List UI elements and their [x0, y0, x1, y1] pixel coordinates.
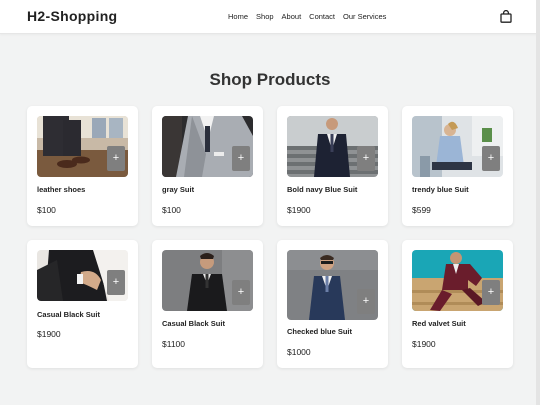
- nav-contact[interactable]: Contact: [309, 12, 335, 21]
- product-name: Bold navy Blue Suit: [287, 185, 358, 194]
- product-card[interactable]: + gray Suit $100: [152, 106, 263, 226]
- nav-shop[interactable]: Shop: [256, 12, 274, 21]
- product-image[interactable]: +: [287, 116, 378, 177]
- add-to-cart-button[interactable]: +: [482, 146, 500, 171]
- nav-our-services[interactable]: Our Services: [343, 12, 386, 21]
- scrollbar[interactable]: [536, 0, 540, 405]
- product-card[interactable]: + trendy blue Suit $599: [402, 106, 513, 226]
- nav-about[interactable]: About: [282, 12, 302, 21]
- add-to-cart-button[interactable]: +: [107, 270, 125, 295]
- product-card[interactable]: + leather shoes $100: [27, 106, 138, 226]
- nav-home[interactable]: Home: [228, 12, 248, 21]
- product-image[interactable]: +: [37, 250, 128, 301]
- add-to-cart-button[interactable]: +: [357, 289, 375, 314]
- product-image[interactable]: +: [37, 116, 128, 177]
- product-price: $1900: [412, 339, 436, 349]
- product-card[interactable]: + Casual Black Suit $1900: [27, 240, 138, 368]
- navbar: H2-Shopping Home Shop About Contact Our …: [0, 0, 540, 34]
- product-name: Casual Black Suit: [162, 319, 225, 328]
- product-price: $1000: [287, 347, 311, 357]
- product-name: trendy blue Suit: [412, 185, 469, 194]
- brand-logo[interactable]: H2-Shopping: [27, 8, 117, 24]
- product-image[interactable]: +: [412, 250, 503, 311]
- product-name: gray Suit: [162, 185, 195, 194]
- add-to-cart-button[interactable]: +: [232, 146, 250, 171]
- product-card[interactable]: + Casual Black Suit $1100: [152, 240, 263, 368]
- page-title: Shop Products: [209, 70, 331, 89]
- product-image[interactable]: +: [287, 250, 378, 320]
- add-to-cart-button[interactable]: +: [107, 146, 125, 171]
- product-name: Red valvet Suit: [412, 319, 466, 328]
- product-card[interactable]: + Checked blue Suit $1000: [277, 240, 388, 368]
- product-price: $100: [162, 205, 181, 215]
- product-name: Checked blue Suit: [287, 327, 353, 336]
- product-price: $1100: [162, 339, 186, 349]
- product-price: $599: [412, 205, 431, 215]
- product-name: Casual Black Suit: [37, 310, 100, 319]
- add-to-cart-button[interactable]: +: [232, 280, 250, 305]
- product-name: leather shoes: [37, 185, 86, 194]
- product-card[interactable]: + Bold navy Blue Suit $1900: [277, 106, 388, 226]
- product-price: $1900: [287, 205, 311, 215]
- shopping-bag-icon[interactable]: [500, 10, 512, 23]
- main-nav: Home Shop About Contact Our Services: [228, 12, 386, 21]
- product-card[interactable]: + Red valvet Suit $1900: [402, 240, 513, 368]
- add-to-cart-button[interactable]: +: [357, 146, 375, 171]
- product-price: $1900: [37, 329, 61, 339]
- product-image[interactable]: +: [412, 116, 503, 177]
- add-to-cart-button[interactable]: +: [482, 280, 500, 305]
- product-image[interactable]: +: [162, 250, 253, 311]
- product-price: $100: [37, 205, 56, 215]
- product-image[interactable]: +: [162, 116, 253, 177]
